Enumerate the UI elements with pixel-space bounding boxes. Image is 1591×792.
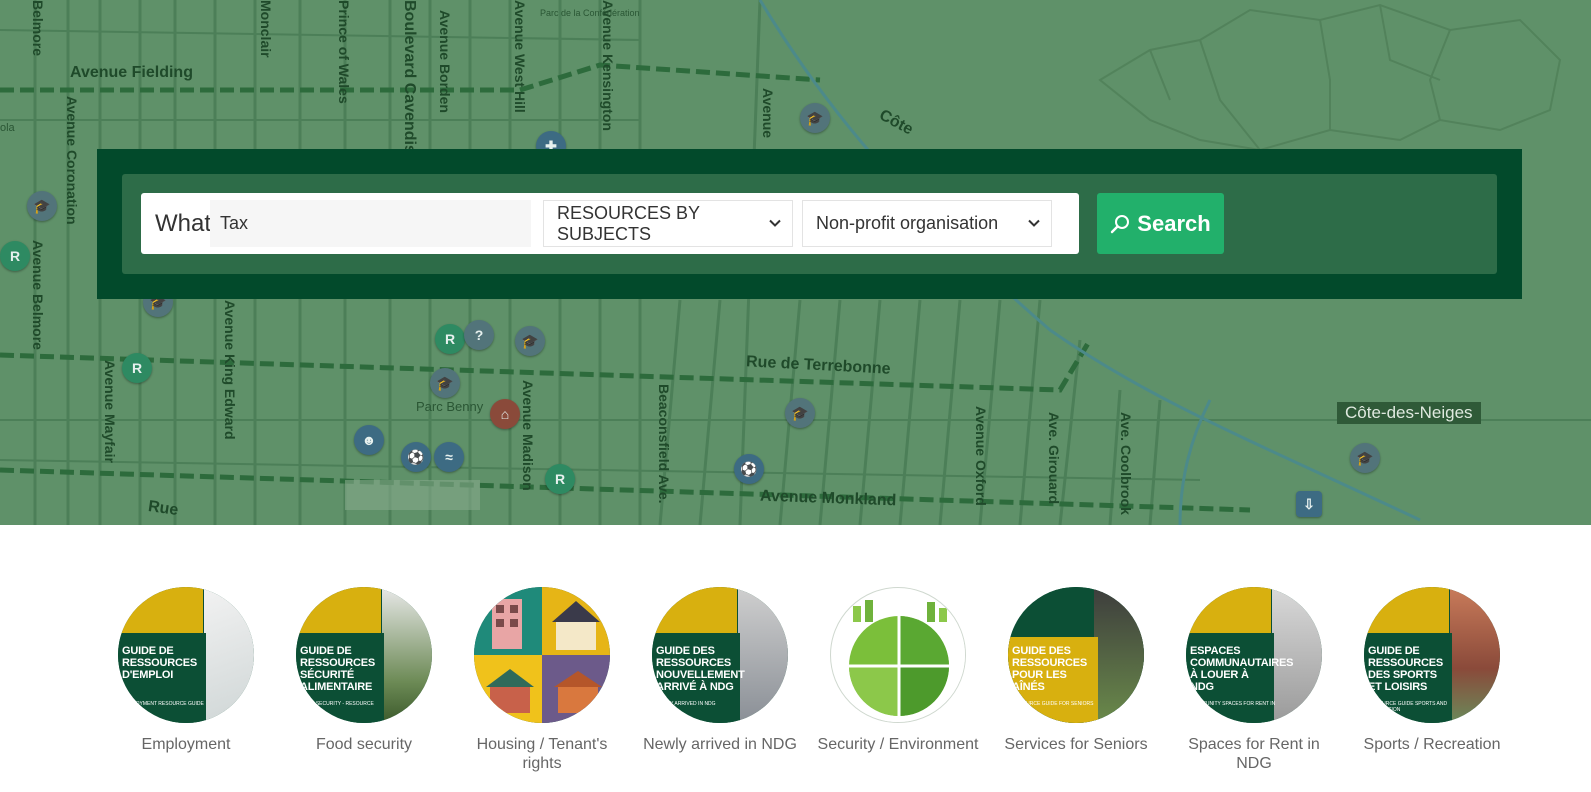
street-label: Beaconsfield Ave.: [656, 384, 672, 504]
street-label: Avenue King Edward: [222, 300, 238, 440]
newly-arrived-cover-image: GUIDE DES RESSOURCES NOUVELLEMENT ARRIVÉ…: [652, 587, 788, 723]
street-label: Avenue West Hill: [512, 0, 528, 113]
food-security-cover-image: GUIDE DE RESSOURCES SÉCURITÉ ALIMENTAIRE…: [296, 587, 432, 723]
category-employment[interactable]: GUIDE DE RESSOURCES D'EMPLOI EMPLOYMENT …: [101, 587, 271, 754]
category-seniors[interactable]: GUIDE DES RESSOURCES POUR LES AÎNÉS RESO…: [991, 587, 1161, 754]
school-pin-icon[interactable]: 🎓: [1350, 443, 1380, 473]
soccer-pin-icon[interactable]: ⚽: [401, 442, 431, 472]
school-pin-icon[interactable]: 🎓: [430, 368, 460, 398]
category-label: Sports / Recreation: [1363, 736, 1501, 753]
street-label: Boulevard Cavendish: [401, 0, 418, 164]
street-label: Avenue Fielding: [70, 64, 193, 81]
school-pin-icon[interactable]: 🎓: [800, 103, 830, 133]
street-label: Avenue: [760, 88, 776, 139]
chevron-down-icon: [1028, 219, 1040, 227]
soccer-pin-icon[interactable]: ⚽: [734, 454, 764, 484]
seniors-cover-image: GUIDE DES RESSOURCES POUR LES AÎNÉS RESO…: [1008, 587, 1144, 723]
category-security-environment[interactable]: Security / Environment: [813, 587, 983, 754]
restaurant-pin-icon[interactable]: R: [122, 353, 152, 383]
street-label: Avenue Belmore: [30, 240, 46, 350]
school-pin-icon[interactable]: 🎓: [515, 326, 545, 356]
search-button[interactable]: Search: [1097, 193, 1224, 254]
park-label: Parc Benny: [416, 399, 484, 414]
what-input[interactable]: [210, 200, 531, 247]
spaces-rent-cover-image: ESPACES COMMUNAUTAIRES À LOUER À NDG COM…: [1186, 587, 1322, 723]
organisation-select[interactable]: Non-profit organisation: [802, 200, 1052, 247]
street-label: Monclair: [258, 0, 274, 58]
search-icon: [1111, 214, 1130, 233]
category-spaces-rent[interactable]: ESPACES COMMUNAUTAIRES À LOUER À NDG COM…: [1169, 587, 1339, 773]
street-label: Avenue Madison: [520, 380, 536, 491]
subjects-select-value: RESOURCES BY SUBJECTS: [557, 202, 700, 244]
street-label: Ave. Coolbrook: [1118, 412, 1134, 515]
street-label: Avenue Oxford: [973, 406, 989, 506]
organisation-select-value: Non-profit organisation: [816, 213, 999, 233]
employment-cover-image: GUIDE DE RESSOURCES D'EMPLOI EMPLOYMENT …: [118, 587, 254, 723]
category-label: Security / Environment: [817, 736, 979, 753]
category-sports[interactable]: GUIDE DE RESSOURCES DES SPORTS ET LOISIR…: [1347, 587, 1517, 754]
category-housing[interactable]: Housing / Tenant's rights: [457, 587, 627, 773]
restaurant-pin-icon[interactable]: R: [435, 324, 465, 354]
search-form: What RESOURCES BY SUBJECTS Non-profit or…: [141, 193, 1079, 254]
street-label: Avenue Mayfair: [102, 360, 118, 463]
restaurant-pin-icon[interactable]: R: [545, 464, 575, 494]
street-label: Belmore: [30, 0, 46, 57]
category-label: Services for Seniors: [1004, 736, 1148, 753]
chevron-down-icon: [769, 219, 781, 227]
category-label: Housing / Tenant's rights: [476, 736, 608, 772]
subjects-select[interactable]: RESOURCES BY SUBJECTS: [543, 200, 793, 247]
category-newly-arrived[interactable]: GUIDE DES RESSOURCES NOUVELLEMENT ARRIVÉ…: [635, 587, 805, 754]
family-pin-icon[interactable]: ☻: [354, 425, 384, 455]
search-panel-inner: What RESOURCES BY SUBJECTS Non-profit or…: [122, 174, 1497, 274]
swim-pin-icon[interactable]: ≈: [434, 442, 464, 472]
category-label: Employment: [141, 736, 231, 753]
street-label: Ave. Girouard: [1046, 412, 1062, 505]
search-button-label: Search: [1137, 210, 1211, 236]
neighbourhood-label: Côte-des-Neiges: [1337, 402, 1481, 424]
restaurant-pin-icon[interactable]: R: [0, 241, 30, 271]
metro-pin-icon[interactable]: ⇩: [1296, 491, 1322, 517]
school-pin-icon[interactable]: 🎓: [785, 398, 815, 428]
housing-pin-icon[interactable]: ⌂: [490, 399, 520, 429]
security-environment-cover-image: [830, 587, 966, 723]
what-label: What: [155, 210, 212, 237]
park-label: Parc de la Confédération: [540, 8, 640, 18]
search-panel: What RESOURCES BY SUBJECTS Non-profit or…: [97, 149, 1522, 299]
food-pin-icon[interactable]: ?: [464, 320, 494, 350]
housing-cover-image: [474, 587, 610, 723]
street-label: Prince of Wales: [336, 0, 352, 104]
sports-cover-image: GUIDE DE RESSOURCES DES SPORTS ET LOISIR…: [1364, 587, 1500, 723]
street-label: ola: [0, 122, 15, 134]
street-label: Avenue Borden: [437, 10, 453, 113]
category-food-security[interactable]: GUIDE DE RESSOURCES SÉCURITÉ ALIMENTAIRE…: [279, 587, 449, 754]
category-label: Newly arrived in NDG: [643, 736, 797, 753]
category-label: Spaces for Rent in NDG: [1188, 736, 1320, 772]
category-list: GUIDE DE RESSOURCES D'EMPLOI EMPLOYMENT …: [0, 525, 1591, 792]
street-label: Avenue Kensington: [600, 0, 616, 131]
street-label: Avenue Coronation: [64, 96, 80, 225]
school-pin-icon[interactable]: 🎓: [27, 191, 57, 221]
category-label: Food security: [315, 736, 413, 753]
